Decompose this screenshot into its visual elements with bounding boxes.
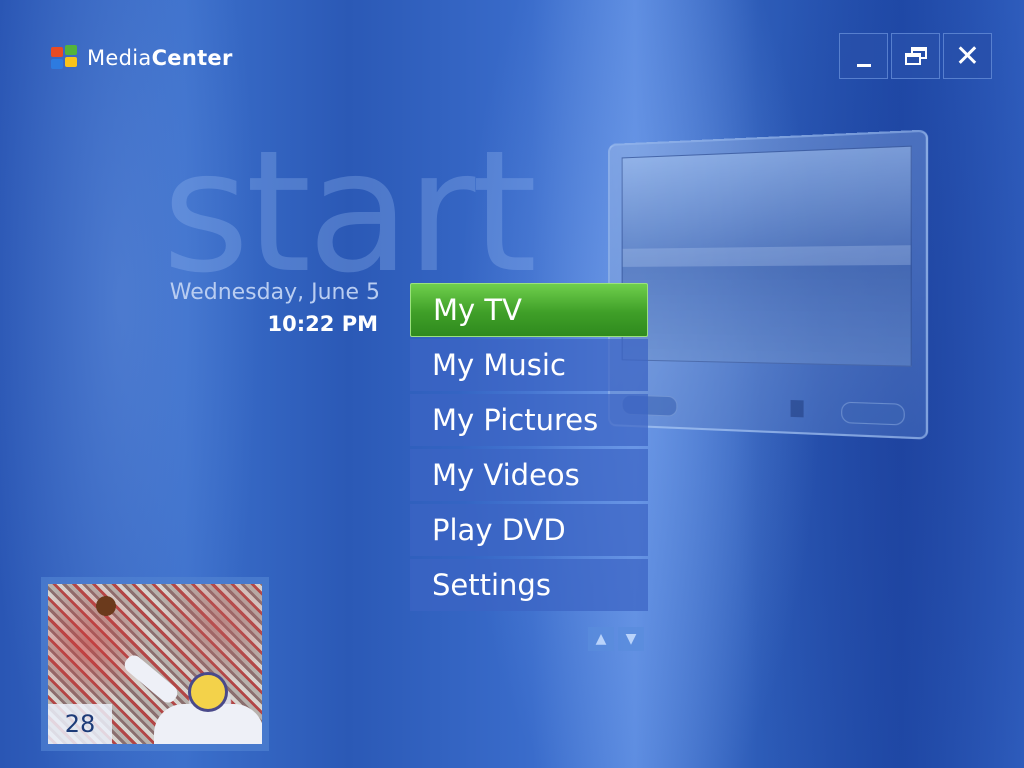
scroll-up-button[interactable]: ▲ [588,627,614,651]
menu-item-my-tv[interactable]: My TV [410,283,648,337]
start-menu: My TV My Music My Pictures My Videos Pla… [410,283,648,614]
menu-item-my-music[interactable]: My Music [410,339,648,391]
windows-flag-icon [50,45,80,71]
window-controls: ✕ [839,33,992,79]
minimize-icon [856,63,871,67]
menu-scroll-arrows: ▲ ▼ [588,627,644,651]
date-label: Wednesday, June 5 [169,280,380,305]
menu-item-my-pictures[interactable]: My Pictures [410,394,648,446]
chevron-up-icon: ▲ [595,631,607,647]
start-watermark: start [162,114,537,310]
logo-text-media: Media [87,46,152,70]
restore-icon [904,47,927,65]
restore-button[interactable] [891,33,940,79]
logo-text: MediaCenter [87,46,233,70]
time-label: 10:22 PM [267,312,378,336]
live-tv-preview[interactable]: 28 [41,577,269,751]
chevron-down-icon: ▼ [625,631,637,647]
close-button[interactable]: ✕ [943,33,992,79]
menu-item-my-videos[interactable]: My Videos [410,449,648,501]
close-icon: ✕ [954,38,981,74]
scroll-down-button[interactable]: ▼ [618,627,644,651]
menu-item-settings[interactable]: Settings [410,559,648,611]
tv-illustration [608,129,940,449]
media-center-logo: MediaCenter [50,45,233,71]
menu-item-play-dvd[interactable]: Play DVD [410,504,648,556]
logo-text-center: Center [151,46,233,70]
minimize-button[interactable] [839,33,888,79]
tv-preview-image: 28 [48,584,262,744]
channel-number: 28 [48,704,112,744]
